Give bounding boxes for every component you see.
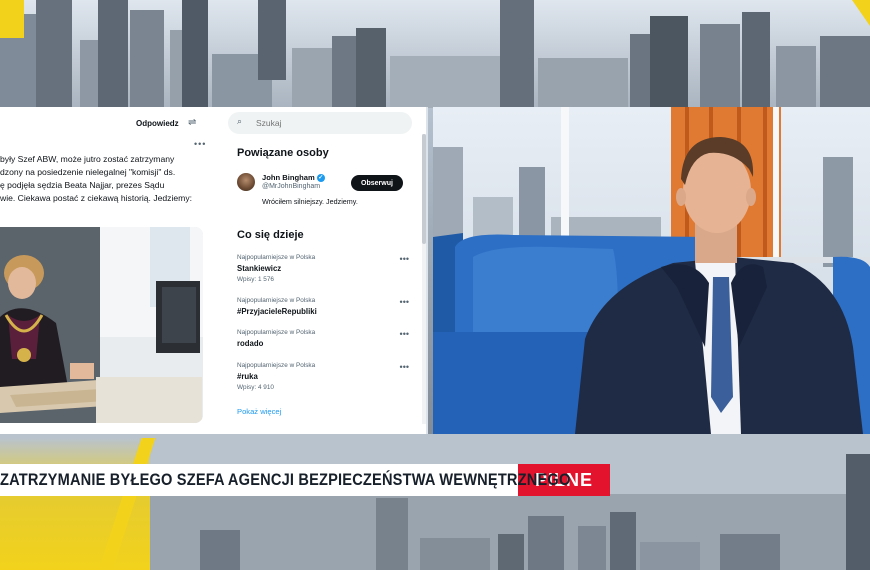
trend-item[interactable]: Najpopularniejsze w Polska Stankiewicz W… — [237, 254, 409, 283]
yellow-accent-top-left — [0, 0, 24, 38]
yellow-accent-top-right — [852, 0, 870, 26]
trend-name: Stankiewicz — [237, 264, 282, 273]
scrollbar[interactable] — [422, 134, 426, 424]
studio-video — [433, 107, 870, 434]
trend-posts: Wpisy: 1 576 — [237, 276, 274, 283]
twitter-screen: Odpowiedz ⇌ ••• były Szef ABW, może jutr… — [0, 107, 428, 434]
tweet-column: Odpowiedz ⇌ ••• były Szef ABW, może jutr… — [0, 107, 219, 434]
trend-category: Najpopularniejsze w Polska — [237, 254, 316, 261]
more-options-icon[interactable]: ••• — [400, 329, 409, 339]
tweet-line: były Szef ABW, może jutro zostać zatrzym… — [0, 154, 175, 164]
trend-name: #ruka — [237, 372, 258, 381]
tweet-line: dzony na posiedzenie nielegalnej "komisj… — [0, 167, 176, 177]
ticker-headline-box: ZATRZYMANIE BYŁEGO SZEFA AGENCJI BEZPIEC… — [0, 464, 571, 496]
person-handle[interactable]: @MrJohnBingham — [262, 183, 320, 190]
trend-item[interactable]: Najpopularniejsze w Polska #PrzyjacieleR… — [237, 297, 409, 316]
trend-item[interactable]: Najpopularniejsze w Polska #ruka Wpisy: … — [237, 362, 409, 391]
trend-category: Najpopularniejsze w Polska — [237, 329, 316, 336]
tweet-line: ę podjęła sędzia Beata Najjar, prezes Są… — [0, 180, 165, 190]
more-options-icon[interactable]: ••• — [400, 297, 409, 307]
scrollbar-thumb[interactable] — [422, 134, 426, 244]
person-name[interactable]: John Bingham ✓ — [262, 173, 325, 182]
person-bio: Wróciłem silniejszy. Jedziemy. — [262, 197, 358, 206]
settings-sliders-icon[interactable]: ⇌ — [188, 117, 196, 128]
reply-label[interactable]: Odpowiedz — [136, 119, 179, 128]
follow-button[interactable]: Obserwuj — [351, 175, 403, 191]
tweet-line: wie. Ciekawa postać z ciekawą historią. … — [0, 193, 193, 203]
tweet-text: były Szef ABW, może jutro zostać zatrzym… — [0, 153, 216, 205]
tweet-photo[interactable] — [0, 227, 203, 423]
related-person-card[interactable]: John Bingham ✓ @MrJohnBingham Wróciłem si… — [237, 173, 407, 213]
trend-posts: Wpisy: 4 910 — [237, 384, 274, 391]
trend-name: rodado — [237, 339, 264, 348]
trend-category: Najpopularniejsze w Polska — [237, 362, 316, 369]
more-options-icon[interactable]: ••• — [400, 254, 409, 264]
trends-heading: Co się dzieje — [237, 229, 304, 241]
ticker-headline: ZATRZYMANIE BYŁEGO SZEFA AGENCJI BEZPIEC… — [0, 470, 571, 489]
sidebar: ⌕ Powiązane osoby John Bingham✓ @MrJohnB… — [218, 107, 426, 434]
trend-name: #PrzyjacieleRepubliki — [237, 307, 317, 316]
verified-badge-icon: ✓ — [316, 174, 325, 182]
trend-category: Najpopularniejsze w Polska — [237, 297, 316, 304]
news-ticker: ZATRZYMANIE BYŁEGO SZEFA AGENCJI BEZPIEC… — [0, 464, 610, 496]
more-options-icon[interactable]: ••• — [400, 362, 409, 372]
related-people-heading: Powiązane osoby — [237, 147, 329, 159]
search-box[interactable]: ⌕ — [228, 112, 412, 134]
more-options-icon[interactable]: ••• — [194, 139, 206, 149]
trend-item[interactable]: Najpopularniejsze w Polska rodado ••• — [237, 329, 409, 348]
avatar[interactable] — [237, 173, 255, 191]
guest-studio-shot — [433, 107, 870, 434]
search-icon: ⌕ — [237, 116, 243, 126]
search-input[interactable] — [256, 116, 396, 130]
judge-photo-illustration — [0, 227, 203, 423]
skyline-top — [0, 0, 870, 108]
show-more-link[interactable]: Pokaż więcej — [237, 407, 281, 416]
